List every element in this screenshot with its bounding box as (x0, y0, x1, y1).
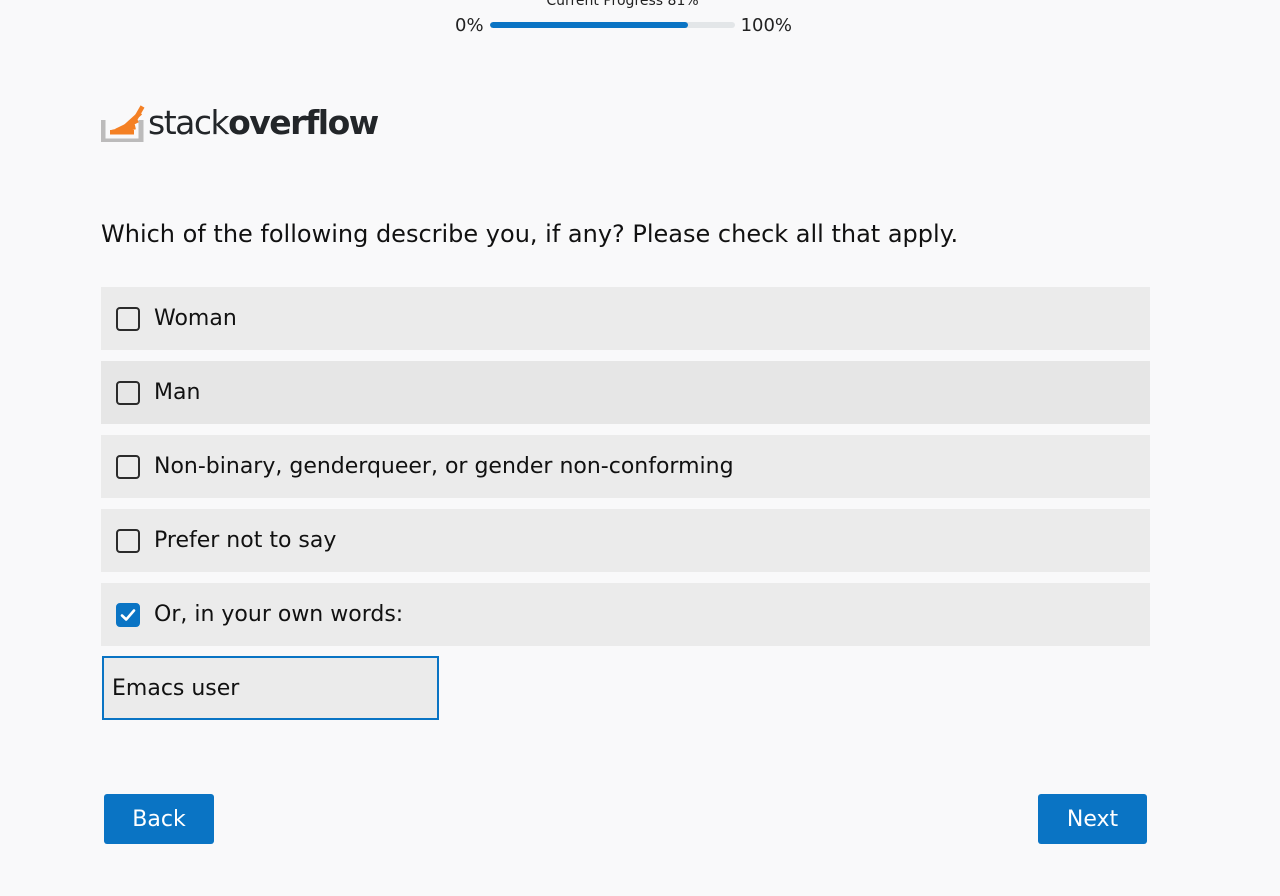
survey-page: Current Progress 81% 0% 100% stackoverfl… (0, 0, 1280, 896)
checkmark-icon (120, 608, 136, 621)
option-label: Or, in your own words: (154, 602, 404, 627)
options-list: Woman Man Non-binary, genderqueer, or ge… (101, 287, 1150, 657)
checkbox[interactable] (116, 380, 140, 405)
logo-wordmark: stackoverflow (148, 103, 379, 142)
option-own-words[interactable]: Or, in your own words: (101, 583, 1150, 646)
option-label: Man (154, 380, 201, 405)
option-prefer-not-to-say[interactable]: Prefer not to say (101, 509, 1150, 572)
option-label: Woman (154, 306, 237, 331)
progress-caption: Current Progress 81% (546, 0, 699, 9)
own-words-input[interactable] (102, 656, 439, 720)
stackoverflow-logo: stackoverflow (101, 90, 379, 142)
next-button[interactable]: Next (1038, 794, 1147, 844)
question-text: Which of the following describe you, if … (101, 220, 959, 248)
checkbox[interactable] (116, 454, 140, 479)
stackoverflow-logo-icon (101, 105, 145, 142)
logo-wordmark-bold: overflow (228, 103, 379, 142)
option-non-binary[interactable]: Non-binary, genderqueer, or gender non-c… (101, 435, 1150, 498)
progress-min-label: 0% (455, 14, 484, 36)
option-man[interactable]: Man (101, 361, 1150, 424)
option-woman[interactable]: Woman (101, 287, 1150, 350)
option-label: Prefer not to say (154, 528, 337, 553)
option-label: Non-binary, genderqueer, or gender non-c… (154, 454, 734, 479)
progress-max-label: 100% (740, 14, 793, 36)
checkbox[interactable] (116, 306, 140, 331)
progress-fill (489, 22, 688, 28)
back-button[interactable]: Back (104, 794, 214, 844)
checkbox-checked[interactable] (116, 602, 140, 627)
progress-track (489, 22, 735, 28)
progress-bar-row: 0% 100% (455, 14, 792, 36)
logo-wordmark-light: stack (148, 103, 230, 142)
checkbox[interactable] (116, 528, 140, 553)
